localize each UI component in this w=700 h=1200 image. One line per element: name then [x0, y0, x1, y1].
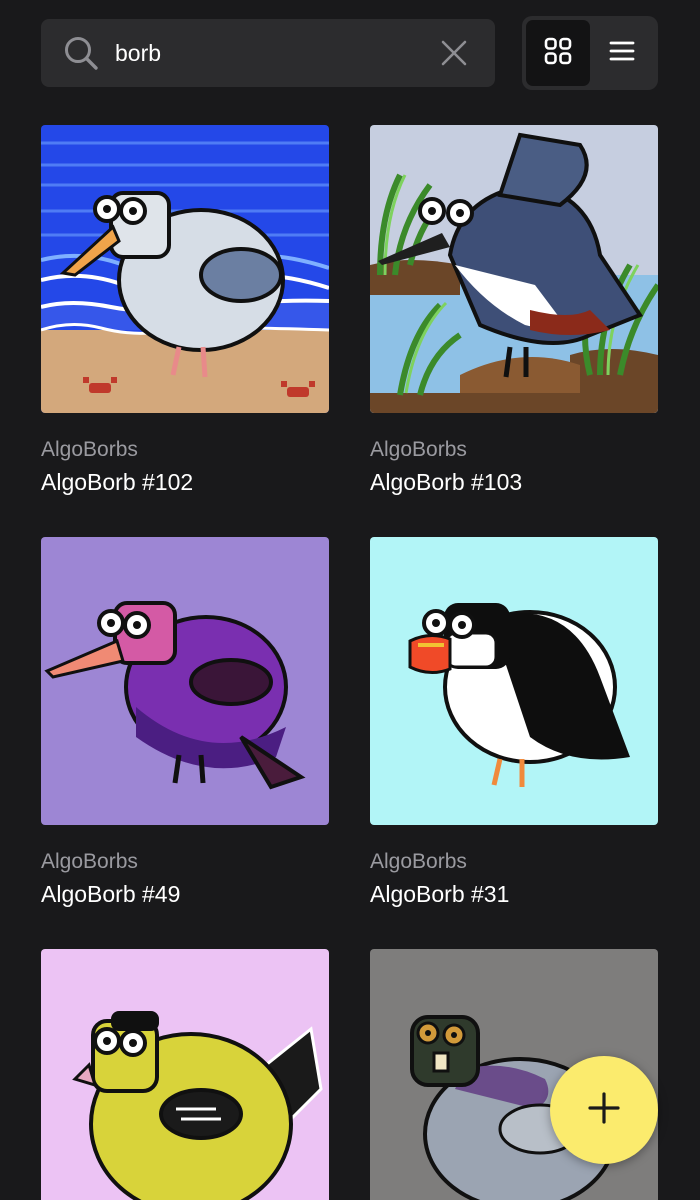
- list-view-icon: [609, 40, 635, 66]
- nft-image-seagull: [41, 125, 329, 413]
- nft-card[interactable]: AlgoBorbs AlgoBorb #31: [370, 537, 658, 908]
- nft-title: AlgoBorb #49: [41, 881, 181, 907]
- nft-image-yellow-finch: [41, 949, 329, 1200]
- collection-name: AlgoBorbs: [41, 438, 138, 461]
- collection-name: AlgoBorbs: [370, 850, 467, 873]
- close-icon[interactable]: [441, 40, 467, 66]
- plus-icon: [587, 1091, 621, 1129]
- list-view-button[interactable]: [590, 20, 654, 86]
- nft-title: AlgoBorb #102: [41, 469, 194, 495]
- grid-view-button[interactable]: [526, 20, 590, 86]
- nft-image-kingfisher: [370, 125, 658, 413]
- nft-image-purple-bird: [41, 537, 329, 825]
- nft-card[interactable]: AlgoBorbs AlgoBorb #103: [370, 125, 658, 496]
- collection-name: AlgoBorbs: [41, 850, 138, 873]
- view-toggle: [522, 16, 658, 90]
- nft-card[interactable]: AlgoBorbs AlgoBorb #49: [41, 537, 329, 908]
- search-input[interactable]: [115, 31, 415, 75]
- add-button[interactable]: [550, 1056, 658, 1164]
- search-icon: [63, 35, 99, 71]
- collection-name: AlgoBorbs: [370, 438, 467, 461]
- nft-card[interactable]: AlgoBorbs AlgoBorb #102: [41, 125, 329, 496]
- search-bar[interactable]: [41, 19, 495, 87]
- nft-image-puffin: [370, 537, 658, 825]
- grid-view-icon: [544, 37, 572, 69]
- nft-gallery-page: AlgoBorbs AlgoBorb #102: [0, 0, 700, 1200]
- nft-title: AlgoBorb #103: [370, 469, 523, 495]
- nft-card[interactable]: [41, 949, 329, 1200]
- nft-title: AlgoBorb #31: [370, 881, 510, 907]
